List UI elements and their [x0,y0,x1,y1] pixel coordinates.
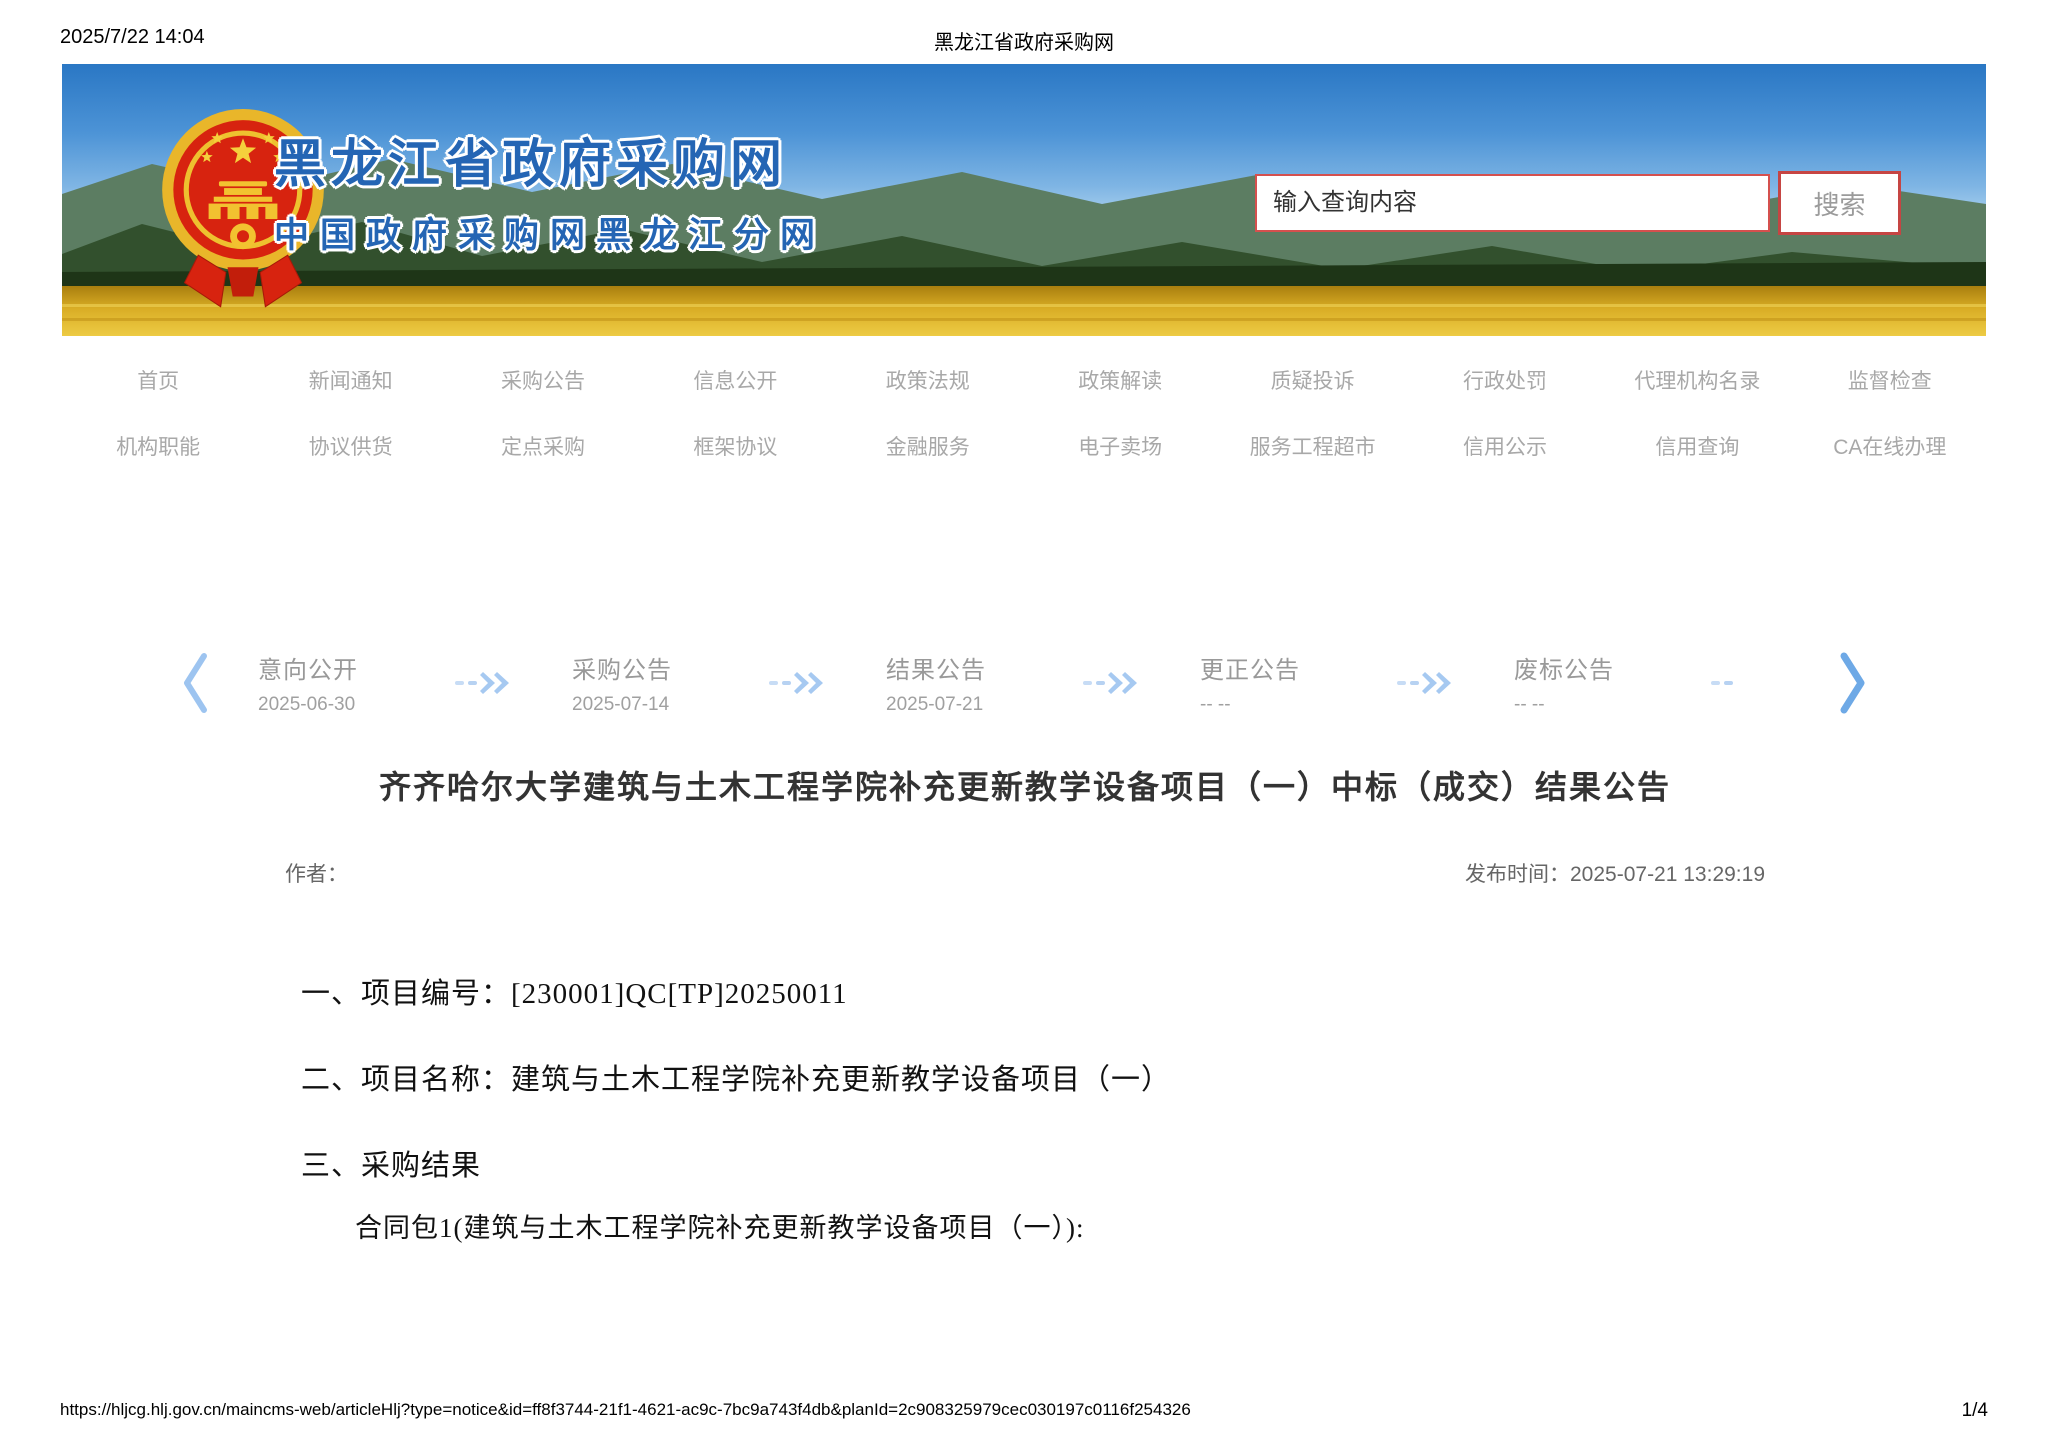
timeline-step-date: -- -- [1514,694,1545,715]
timeline-step[interactable]: 意向公开 2025-06-30 [258,650,398,716]
article-paragraph: 二、项目名称：建筑与土木工程学院补充更新教学设备项目（一） [301,1064,1172,1096]
timeline-step[interactable]: 采购公告 2025-07-14 [572,650,712,716]
arrow-right-icon [1711,681,1733,685]
procurement-timeline: 意向公开 2025-06-30 采购公告 2025-07-14 结果公告 202… [0,645,2048,721]
nav-item[interactable]: 代理机构名录 [1601,365,1793,395]
page: 2025/7/22 14:04 黑龙江省政府采购网 黑龙江省政府采购网 中国政府… [0,0,2048,1447]
article-paragraph: 一、项目编号：[230001]QC[TP]20250011 [301,978,848,1010]
nav-item[interactable]: 质疑投诉 [1216,365,1408,395]
print-footer: https://hljcg.hlj.gov.cn/maincms-web/art… [60,1400,1988,1422]
article-meta: 作者： 发布时间：2025-07-21 13:29:19 [285,858,1765,888]
nav-item[interactable]: CA在线办理 [1794,431,1986,461]
site-title: 黑龙江省政府采购网 [274,136,788,194]
timeline-step-label: 结果公告 [886,657,986,684]
timeline-step-group: 采购公告 2025-07-14 [572,650,886,716]
nav-item[interactable]: 服务工程超市 [1216,431,1408,461]
print-url: https://hljcg.hlj.gov.cn/maincms-web/art… [60,1400,1191,1419]
nav-item[interactable]: 信用公示 [1409,431,1601,461]
nav-row-2: 机构职能 协议供货 定点采购 框架协议 金融服务 电子卖场 服务工程超市 信用公示 信用查询 CA… [62,418,1986,474]
search-input[interactable] [1255,174,1770,232]
main-navigation: 首页 新闻通知 采购公告 信息公开 政策法规 政策解读 质疑投诉 行政处罚 代理机构名录 监督检查… [62,352,1986,484]
article-body: 一、项目编号：[230001]QC[TP]20250011 二、项目名称：建筑与土… [285,970,1765,1245]
site-subtitle: 中国政府采购网黑龙江分网 [274,216,827,255]
nav-item[interactable]: 协议供货 [254,431,446,461]
timeline-step-date: 2025-07-14 [572,694,670,715]
search-bar: 搜索 [1255,171,1901,235]
print-page-title: 黑龙江省政府采购网 [934,32,1114,54]
timeline-step[interactable]: 废标公告 -- -- [1514,650,1654,716]
timeline-step-group: 结果公告 2025-07-21 [886,650,1200,716]
publish-time: 发布时间：2025-07-21 13:29:19 [1465,863,1765,886]
nav-row-1: 首页 新闻通知 采购公告 信息公开 政策法规 政策解读 质疑投诉 行政处罚 代理机构名录 监督检查 [62,352,1986,408]
chevron-left-icon[interactable] [180,651,210,715]
nav-item[interactable]: 政策法规 [832,365,1024,395]
nav-item[interactable]: 首页 [62,365,254,395]
article: 齐齐哈尔大学建筑与土木工程学院补充更新教学设备项目（一）中标（成交）结果公告 作… [285,762,1765,1289]
nav-item[interactable]: 采购公告 [447,365,639,395]
nav-item[interactable]: 信用查询 [1601,431,1793,461]
timeline-step[interactable]: 更正公告 -- -- [1200,650,1340,716]
timeline-step-date: 2025-07-21 [886,694,984,715]
search-button[interactable]: 搜索 [1778,171,1901,235]
arrow-right-icon [1083,672,1137,694]
article-paragraph: 三、采购结果 [301,1150,482,1182]
article-title: 齐齐哈尔大学建筑与土木工程学院补充更新教学设备项目（一）中标（成交）结果公告 [378,769,1671,805]
timeline-step-date: 2025-06-30 [258,694,356,715]
arrow-right-icon [769,672,823,694]
timeline-step-group: 更正公告 -- -- [1200,650,1514,716]
nav-item[interactable]: 信息公开 [639,365,831,395]
timeline-steps: 意向公开 2025-06-30 采购公告 2025-07-14 结果公告 202… [258,650,1828,716]
timeline-step-label: 更正公告 [1200,657,1300,684]
timeline-step-label: 意向公开 [258,657,358,684]
print-header: 2025/7/22 14:04 黑龙江省政府采购网 [0,26,2048,56]
article-paragraph: 合同包1(建筑与土木工程学院补充更新教学设备项目（一）): [355,1213,1085,1243]
nav-item[interactable]: 框架协议 [639,431,831,461]
timeline-step-date: -- -- [1200,694,1231,715]
nav-item[interactable]: 新闻通知 [254,365,446,395]
author-label: 作者： [285,863,348,886]
nav-item[interactable]: 金融服务 [832,431,1024,461]
nav-item[interactable]: 政策解读 [1024,365,1216,395]
print-page-number: 1/4 [1961,1400,1988,1421]
chevron-right-icon[interactable] [1838,651,1868,715]
nav-item[interactable]: 定点采购 [447,431,639,461]
site-title-block: 黑龙江省政府采购网 中国政府采购网黑龙江分网 [274,122,826,258]
timeline-step[interactable]: 结果公告 2025-07-21 [886,650,1026,716]
arrow-right-icon [1397,672,1451,694]
nav-item[interactable]: 监督检查 [1794,365,1986,395]
timeline-step-label: 采购公告 [572,657,672,684]
timeline-step-group: 废标公告 -- -- [1514,650,1828,716]
timeline-step-label: 废标公告 [1514,657,1614,684]
nav-item[interactable]: 电子卖场 [1024,431,1216,461]
arrow-right-icon [455,672,509,694]
timeline-step-group: 意向公开 2025-06-30 [258,650,572,716]
nav-item[interactable]: 行政处罚 [1409,365,1601,395]
nav-item[interactable]: 机构职能 [62,431,254,461]
site-banner: 黑龙江省政府采购网 中国政府采购网黑龙江分网 搜索 [62,64,1986,336]
